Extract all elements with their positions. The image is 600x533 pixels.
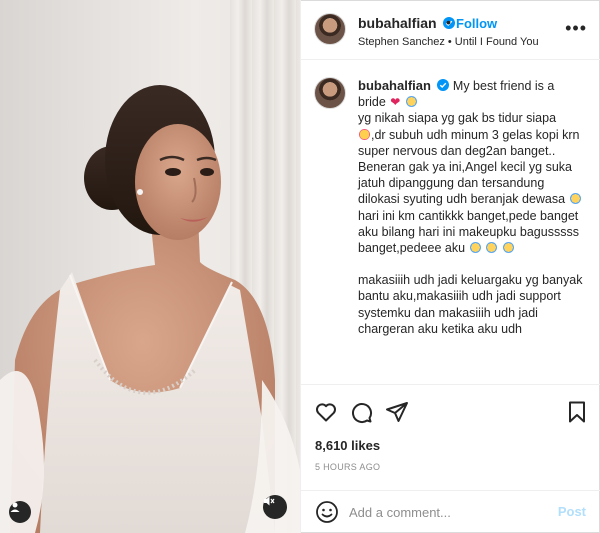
caption-line: ,dr subuh udh minum 3 gelas kopi krn sup… xyxy=(358,127,580,158)
caption-author-avatar[interactable] xyxy=(314,77,346,109)
caption-gap xyxy=(358,256,584,272)
smiley-icon[interactable] xyxy=(315,500,339,524)
audio-track-link[interactable]: Stephen Sanchez • Until I Found You xyxy=(358,36,539,48)
caption-section: bubahalfian My best friend is a bride ❤ … xyxy=(301,61,600,383)
more-options-icon[interactable]: ••• xyxy=(565,18,587,39)
follow-button[interactable]: Follow xyxy=(456,16,497,31)
author-username-text[interactable]: bubahalfian xyxy=(358,15,437,31)
post-media[interactable] xyxy=(0,0,300,533)
smiling-hearts-emoji xyxy=(359,128,370,140)
crying-face-emoji xyxy=(502,242,514,254)
user-tag-icon xyxy=(10,502,20,512)
red-heart-emoji: ❤ xyxy=(390,95,401,110)
author-avatar[interactable] xyxy=(314,13,346,45)
author-username[interactable]: bubahalfian xyxy=(358,15,456,31)
separator-dot: • xyxy=(446,14,451,30)
caption-text: bubahalfian My best friend is a bride ❤ … xyxy=(358,78,584,337)
speaker-muted-icon xyxy=(264,496,275,506)
crying-face-emoji xyxy=(486,242,498,254)
caption-line: yg nikah siapa yg gak bs tidur siapa xyxy=(358,111,557,126)
crying-face-emoji xyxy=(405,96,417,108)
post-header: bubahalfian • Follow Stephen Sanchez • U… xyxy=(301,0,600,60)
crying-face-emoji xyxy=(569,193,581,205)
tagged-users-button[interactable] xyxy=(9,501,31,523)
post-actions: 8,610 likes 5 HOURS AGO xyxy=(301,384,600,494)
share-icon[interactable] xyxy=(385,400,409,424)
caption-line: makasiiih udh jadi keluargaku yg banyak … xyxy=(358,273,583,336)
heart-icon[interactable] xyxy=(314,400,338,424)
bride-photo xyxy=(0,85,300,533)
caption-author-username[interactable]: bubahalfian xyxy=(358,78,431,93)
comment-bar: Post xyxy=(301,490,600,533)
caption-line: hari ini km cantikkk banget,pede banget … xyxy=(358,208,579,256)
post-comment-button[interactable]: Post xyxy=(558,504,586,519)
crying-face-emoji xyxy=(469,242,481,254)
post-timestamp[interactable]: 5 HOURS AGO xyxy=(315,462,380,472)
mute-toggle-button[interactable] xyxy=(263,495,287,519)
comment-input[interactable] xyxy=(349,502,549,522)
verified-badge-icon xyxy=(437,79,450,91)
likes-count[interactable]: 8,610 likes xyxy=(315,438,380,453)
comment-icon[interactable] xyxy=(349,400,373,424)
bookmark-icon[interactable] xyxy=(565,400,589,424)
caption-line: Beneran gak ya ini,Angel kecil yg suka j… xyxy=(358,160,573,207)
post-side-panel: bubahalfian • Follow Stephen Sanchez • U… xyxy=(300,0,600,533)
